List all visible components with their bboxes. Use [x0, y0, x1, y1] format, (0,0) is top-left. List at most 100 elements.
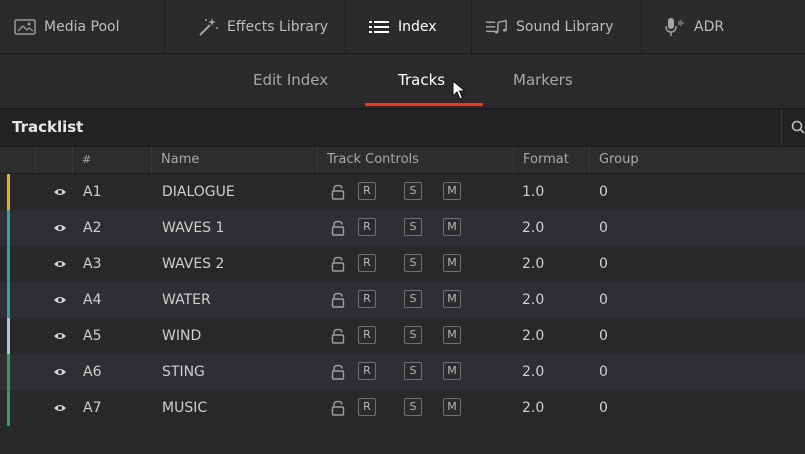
- track-color-bar: [7, 174, 10, 210]
- toolbar-index[interactable]: Index: [346, 0, 472, 53]
- lock-icon[interactable]: [331, 220, 345, 236]
- track-group: 0: [599, 184, 608, 200]
- index-subtabs: Edit Index Tracks Markers: [0, 54, 805, 109]
- record-arm-button[interactable]: R: [358, 398, 376, 416]
- record-arm-button[interactable]: R: [358, 254, 376, 272]
- tab-markers[interactable]: Markers: [513, 71, 573, 89]
- table-row[interactable]: A3 WAVES 2 R S M 2.0 0: [0, 246, 805, 282]
- column-visibility[interactable]: [35, 147, 72, 173]
- table-row[interactable]: A6 STING R S M 2.0 0: [0, 354, 805, 390]
- toolbar-media-pool[interactable]: Media Pool: [0, 0, 165, 53]
- lock-icon[interactable]: [331, 328, 345, 344]
- track-number: A1: [83, 184, 102, 200]
- record-arm-button[interactable]: R: [358, 182, 376, 200]
- solo-button[interactable]: S: [404, 362, 422, 380]
- column-name[interactable]: Name: [151, 147, 317, 173]
- lock-icon[interactable]: [331, 256, 345, 272]
- solo-button[interactable]: S: [404, 182, 422, 200]
- toolbar-adr[interactable]: ADR: [642, 0, 742, 53]
- track-name[interactable]: WIND: [162, 328, 201, 344]
- table-row[interactable]: A5 WIND R S M 2.0 0: [0, 318, 805, 354]
- track-name[interactable]: WAVES 2: [162, 256, 224, 272]
- track-name[interactable]: STING: [162, 364, 205, 380]
- lock-icon[interactable]: [331, 292, 345, 308]
- table-row[interactable]: A7 MUSIC R S M 2.0 0: [0, 390, 805, 426]
- toolbar-label-effects-library: Effects Library: [227, 18, 328, 35]
- track-name[interactable]: WAVES 1: [162, 220, 224, 236]
- track-group: 0: [599, 256, 608, 272]
- table-row[interactable]: A4 WATER R S M 2.0 0: [0, 282, 805, 318]
- track-format: 2.0: [522, 256, 545, 272]
- eye-icon[interactable]: [53, 295, 67, 305]
- column-group[interactable]: Group: [589, 147, 805, 173]
- eye-icon[interactable]: [53, 403, 67, 413]
- eye-icon[interactable]: [53, 331, 67, 341]
- lock-icon[interactable]: [331, 364, 345, 380]
- mute-button[interactable]: M: [443, 398, 461, 416]
- track-group: 0: [599, 292, 608, 308]
- mute-button[interactable]: M: [443, 218, 461, 236]
- toolbar-sound-library[interactable]: Sound Library: [472, 0, 642, 53]
- lock-icon[interactable]: [331, 400, 345, 416]
- column-number[interactable]: #: [72, 147, 151, 173]
- track-name[interactable]: WATER: [162, 292, 211, 308]
- track-number: A7: [83, 400, 102, 416]
- tracklist-header: Tracklist: [0, 109, 805, 147]
- table-row[interactable]: A1 DIALOGUE R S M 1.0 0: [0, 174, 805, 210]
- tracklist-title: Tracklist: [12, 118, 84, 136]
- effects-wand-icon: [197, 17, 219, 36]
- track-name[interactable]: MUSIC: [162, 400, 207, 416]
- tracklist-empty-area: [0, 426, 805, 454]
- track-number: A3: [83, 256, 102, 272]
- eye-icon[interactable]: [53, 223, 67, 233]
- record-arm-button[interactable]: R: [358, 218, 376, 236]
- eye-icon[interactable]: [53, 187, 67, 197]
- column-track-controls[interactable]: Track Controls: [317, 147, 513, 173]
- table-row[interactable]: A2 WAVES 1 R S M 2.0 0: [0, 210, 805, 246]
- track-number: A4: [83, 292, 102, 308]
- toolbar-effects-library[interactable]: Effects Library: [165, 0, 346, 53]
- mute-button[interactable]: M: [443, 290, 461, 308]
- solo-button[interactable]: S: [404, 398, 422, 416]
- record-arm-button[interactable]: R: [358, 362, 376, 380]
- column-format[interactable]: Format: [513, 147, 589, 173]
- track-name[interactable]: DIALOGUE: [162, 184, 235, 200]
- mute-button[interactable]: M: [443, 254, 461, 272]
- track-color-bar: [7, 318, 10, 354]
- eye-icon[interactable]: [53, 259, 67, 269]
- tab-edit-index[interactable]: Edit Index: [253, 71, 328, 89]
- track-format: 2.0: [522, 400, 545, 416]
- mute-button[interactable]: M: [443, 182, 461, 200]
- media-pool-icon: [14, 18, 36, 36]
- mute-button[interactable]: M: [443, 362, 461, 380]
- lock-icon[interactable]: [331, 184, 345, 200]
- mouse-cursor-icon: [452, 80, 467, 100]
- solo-button[interactable]: S: [404, 218, 422, 236]
- solo-button[interactable]: S: [404, 290, 422, 308]
- track-color-bar: [7, 210, 10, 246]
- track-color-bar: [7, 282, 10, 318]
- track-format: 2.0: [522, 364, 545, 380]
- track-group: 0: [599, 220, 608, 236]
- track-number: A6: [83, 364, 102, 380]
- tracklist-search-button[interactable]: [781, 109, 805, 146]
- eye-icon[interactable]: [53, 367, 67, 377]
- track-color-bar: [7, 246, 10, 282]
- panel-toolbar: Media Pool Effects Library Index Sound L…: [0, 0, 805, 54]
- solo-button[interactable]: S: [404, 326, 422, 344]
- track-format: 2.0: [522, 220, 545, 236]
- record-arm-button[interactable]: R: [358, 290, 376, 308]
- tab-tracks[interactable]: Tracks: [398, 71, 445, 89]
- toolbar-label-index: Index: [398, 18, 437, 35]
- toolbar-label-adr: ADR: [694, 18, 725, 35]
- track-format: 2.0: [522, 292, 545, 308]
- solo-button[interactable]: S: [404, 254, 422, 272]
- track-number: A5: [83, 328, 102, 344]
- record-arm-button[interactable]: R: [358, 326, 376, 344]
- search-icon: [791, 120, 805, 134]
- mute-button[interactable]: M: [443, 326, 461, 344]
- track-number: A2: [83, 220, 102, 236]
- track-color-bar: [7, 390, 10, 426]
- sound-library-icon: [486, 18, 508, 36]
- track-group: 0: [599, 328, 608, 344]
